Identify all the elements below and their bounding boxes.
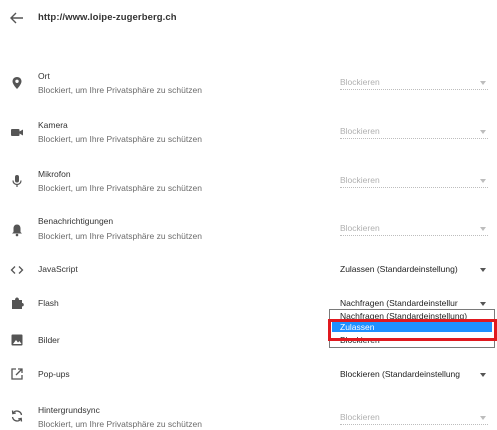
permission-subtitle: Blockiert, um Ihre Privatsphäre zu schüt… [38, 134, 202, 144]
permission-title: Benachrichtigungen [38, 216, 114, 226]
select-value: Blockieren (Standardeinstellung [340, 369, 461, 379]
permission-row-popups: Pop-ups Blockieren (Standardeinstellung [0, 364, 497, 384]
dropdown-arrow-icon [480, 302, 486, 306]
dropdown-arrow-icon [480, 373, 486, 377]
location-select[interactable]: Blockieren [340, 76, 488, 90]
page-header: http://www.loipe-zugerberg.ch [0, 0, 497, 36]
bell-icon [12, 224, 22, 237]
permission-title: Ort [38, 71, 50, 81]
dropdown-arrow-icon [480, 227, 486, 231]
location-pin-icon [12, 77, 22, 89]
dropdown-arrow-icon [480, 268, 486, 272]
javascript-select[interactable]: Zulassen (Standardeinstellung) [340, 263, 488, 277]
microphone-icon [12, 175, 22, 187]
notifications-select[interactable]: Blockieren [340, 222, 488, 236]
permission-subtitle: Blockiert, um Ihre Privatsphäre zu schüt… [38, 183, 202, 193]
permission-row-javascript: JavaScript Zulassen (Standardeinstellung… [0, 260, 497, 280]
code-brackets-icon [10, 266, 24, 274]
annotation-highlight-box [328, 319, 497, 341]
dropdown-arrow-icon [480, 416, 486, 420]
permission-title: Kamera [38, 120, 68, 130]
sync-icon [11, 410, 23, 422]
dropdown-arrow-icon [480, 130, 486, 134]
dropdown-arrow-icon [480, 179, 486, 183]
select-value: Zulassen (Standardeinstellung) [340, 264, 458, 274]
permission-subtitle: Blockiert, um Ihre Privatsphäre zu schüt… [38, 419, 202, 429]
select-value: Blockieren [340, 223, 380, 233]
permission-title: Mikrofon [38, 169, 71, 179]
select-value: Blockieren [340, 412, 380, 422]
dropdown-arrow-icon [480, 81, 486, 85]
puzzle-piece-icon [12, 297, 24, 309]
permission-title: Flash [38, 298, 59, 308]
permission-title: Pop-ups [38, 369, 70, 379]
open-in-new-icon [11, 368, 23, 380]
permission-title: Hintergrundsync [38, 405, 100, 415]
permission-row-microphone: Mikrofon Blockiert, um Ihre Privatsphäre… [0, 164, 497, 200]
microphone-select[interactable]: Blockieren [340, 174, 488, 188]
permission-row-notifications: Benachrichtigungen Blockiert, um Ihre Pr… [0, 212, 497, 248]
permission-title: JavaScript [38, 264, 78, 274]
back-arrow-icon[interactable] [10, 12, 24, 24]
select-value: Nachfragen (Standardeinstellur [340, 298, 458, 308]
permission-row-background-sync: Hintergrundsync Blockiert, um Ihre Priva… [0, 400, 497, 430]
image-icon [11, 334, 23, 346]
select-value: Blockieren [340, 175, 380, 185]
background-sync-select[interactable]: Blockieren [340, 411, 488, 425]
permission-row-camera: Kamera Blockiert, um Ihre Privatsphäre z… [0, 115, 497, 151]
permission-row-location: Ort Blockiert, um Ihre Privatsphäre zu s… [0, 66, 497, 102]
camera-icon [11, 129, 23, 136]
select-value: Blockieren [340, 126, 380, 136]
permission-subtitle: Blockiert, um Ihre Privatsphäre zu schüt… [38, 85, 202, 95]
site-url: http://www.loipe-zugerberg.ch [38, 12, 177, 23]
permission-title: Bilder [38, 335, 60, 345]
permission-subtitle: Blockiert, um Ihre Privatsphäre zu schüt… [38, 231, 202, 241]
camera-select[interactable]: Blockieren [340, 125, 488, 139]
select-value: Blockieren [340, 77, 380, 87]
popups-select[interactable]: Blockieren (Standardeinstellung [340, 368, 488, 382]
